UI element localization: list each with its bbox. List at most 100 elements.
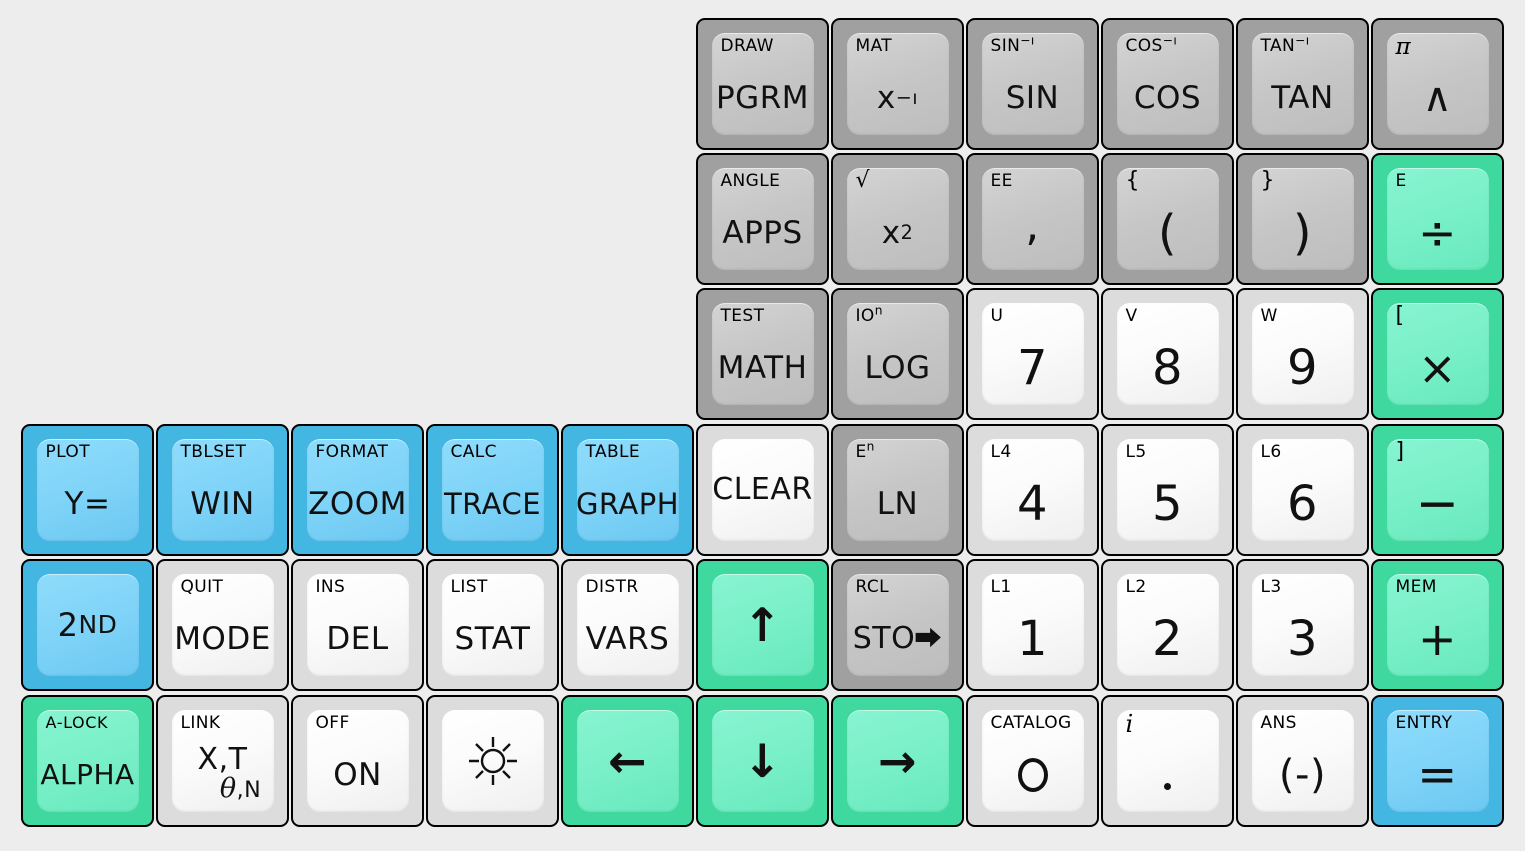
key-pgrm[interactable]: DRAW PGRM (696, 18, 829, 150)
key-lparen[interactable]: {( (1101, 153, 1234, 285)
keycap-del: INS DEL (306, 574, 409, 676)
key-log-secondary-label: IOn (855, 303, 883, 326)
key-rparen-primary-label: ) (1292, 205, 1313, 261)
key-alpha-primary-label: ALPHA (40, 758, 135, 791)
key-on[interactable]: OFF ON (291, 695, 424, 827)
key-yequals[interactable]: PLOT Y= (21, 424, 154, 556)
key-sto[interactable]: RCL STO ⮕ (831, 559, 964, 691)
key-tan[interactable]: TAN−ı TAN (1236, 18, 1369, 150)
key-eight[interactable]: V8 (1101, 288, 1234, 420)
key-apps[interactable]: ANGLE APPS (696, 153, 829, 285)
key-zero[interactable]: CATALOG (966, 695, 1099, 827)
zero-glyph (1017, 758, 1048, 792)
key-minus-primary-label: − (1415, 474, 1460, 534)
keycap-plus: MEM + (1386, 574, 1489, 676)
key-negate[interactable]: ANS (-) (1236, 695, 1369, 827)
keycap-alpha: A-LOCK ALPHA (36, 710, 139, 812)
key-caret-secondary-label: π (1395, 34, 1412, 60)
key-three[interactable]: L3 3 (1236, 559, 1369, 691)
key-down[interactable]: ↓ (696, 695, 829, 827)
key-sin[interactable]: SIN−ı SIN (966, 18, 1099, 150)
key-alpha[interactable]: A-LOCK ALPHA (21, 695, 154, 827)
period-glyph (1164, 782, 1171, 790)
key-lparen-secondary-label: { (1125, 168, 1140, 193)
key-five[interactable]: L5 5 (1101, 424, 1234, 556)
keycap-log: IOn LOG (846, 303, 949, 405)
key-tan-secondary-label: TAN−ı (1260, 33, 1310, 56)
key-divide[interactable]: E ÷ (1371, 153, 1504, 285)
key-one-primary-label: 1 (1016, 611, 1049, 667)
key-xsq[interactable]: √ x 2 (831, 153, 964, 285)
key-plus[interactable]: MEM + (1371, 559, 1504, 691)
keycap-xtthetan: LINK X,T θ,N (171, 710, 274, 812)
key-xsq-primary-label: x2 (881, 214, 914, 251)
keycap-comma: EE, (981, 168, 1084, 270)
key-divide-secondary-label: E (1395, 171, 1407, 191)
key-sto-secondary-label: RCL (855, 577, 890, 597)
key-xinv-primary-label: x −ı (876, 79, 919, 116)
key-cos-secondary-label: COS−ı (1125, 33, 1178, 56)
key-nine-secondary-label: W (1260, 306, 1278, 326)
key-comma-secondary-label: EE (990, 171, 1013, 191)
key-four[interactable]: L4 4 (966, 424, 1099, 556)
keycap-four: L4 4 (981, 439, 1084, 541)
key-graph[interactable]: TABLE GRAPH (561, 424, 694, 556)
key-right-primary-label: → (877, 734, 918, 788)
key-mode[interactable]: QUIT MODE (156, 559, 289, 691)
key-lparen-primary-label: ( (1157, 205, 1178, 261)
keycap-five: L5 5 (1116, 439, 1219, 541)
key-pgrm-primary-label: PGRM (715, 79, 809, 116)
key-up[interactable]: ↑ (696, 559, 829, 691)
key-right[interactable]: → (831, 695, 964, 827)
key-seven[interactable]: U7 (966, 288, 1099, 420)
key-ln[interactable]: En LN (831, 424, 964, 556)
key-eight-secondary-label: V (1125, 306, 1138, 326)
key-del-primary-label: DEL (326, 620, 389, 657)
key-xinv-secondary-label: MAT (855, 36, 893, 56)
key-nine[interactable]: W9 (1236, 288, 1369, 420)
key-period[interactable]: i (1101, 695, 1234, 827)
keycap-negate: ANS (-) (1251, 710, 1354, 812)
keycap-caret: π ∧ (1386, 33, 1489, 135)
keycap-six: L6 6 (1251, 439, 1354, 541)
key-del[interactable]: INS DEL (291, 559, 424, 691)
key-rparen[interactable]: }) (1236, 153, 1369, 285)
key-zoom[interactable]: FORMAT ZOOM (291, 424, 424, 556)
key-two[interactable]: L2 2 (1101, 559, 1234, 691)
key-left[interactable]: ← (561, 695, 694, 827)
key-xtthetan[interactable]: LINK X,T θ,N (156, 695, 289, 827)
key-stat[interactable]: LIST STAT (426, 559, 559, 691)
key-caret[interactable]: π ∧ (1371, 18, 1504, 150)
key-cos[interactable]: COS−ı COS (1101, 18, 1234, 150)
key-enter[interactable]: ENTRY = (1371, 695, 1504, 827)
key-seven-secondary-label: U (990, 306, 1004, 326)
key-divide-primary-label: ÷ (1417, 206, 1458, 260)
key-xinv[interactable]: MAT x −ı (831, 18, 964, 150)
key-math[interactable]: TEST MATH (696, 288, 829, 420)
key-log[interactable]: IOn LOG (831, 288, 964, 420)
keycap-period: i (1116, 710, 1219, 812)
key-enter-secondary-label: ENTRY (1395, 713, 1453, 733)
key-clear[interactable]: CLEAR (696, 424, 829, 556)
keycap-pgrm: DRAW PGRM (711, 33, 814, 135)
key-minus[interactable]: ] − (1371, 424, 1504, 556)
key-brightness[interactable] (426, 695, 559, 827)
key-second-primary-label: 2 ND (57, 606, 118, 644)
key-one[interactable]: L1 1 (966, 559, 1099, 691)
key-nine-primary-label: 9 (1286, 340, 1319, 396)
key-vars[interactable]: DISTR VARS (561, 559, 694, 691)
key-six[interactable]: L6 6 (1236, 424, 1369, 556)
keycap-vars: DISTR VARS (576, 574, 679, 676)
key-multiply[interactable]: [× (1371, 288, 1504, 420)
key-win[interactable]: TBLSET WIN (156, 424, 289, 556)
key-vars-primary-label: VARS (585, 620, 670, 657)
key-period-secondary-label: i (1125, 710, 1134, 738)
key-ln-secondary-label: En (855, 439, 875, 462)
key-trace[interactable]: CALC TRACE (426, 424, 559, 556)
keycap-brightness (441, 710, 544, 812)
key-second[interactable]: 2 ND (21, 559, 154, 691)
key-comma[interactable]: EE, (966, 153, 1099, 285)
keycap-down: ↓ (711, 710, 814, 812)
key-xsq-secondary-label: √ (855, 168, 870, 193)
key-sto-primary-label: STO ⮕ (852, 621, 943, 656)
